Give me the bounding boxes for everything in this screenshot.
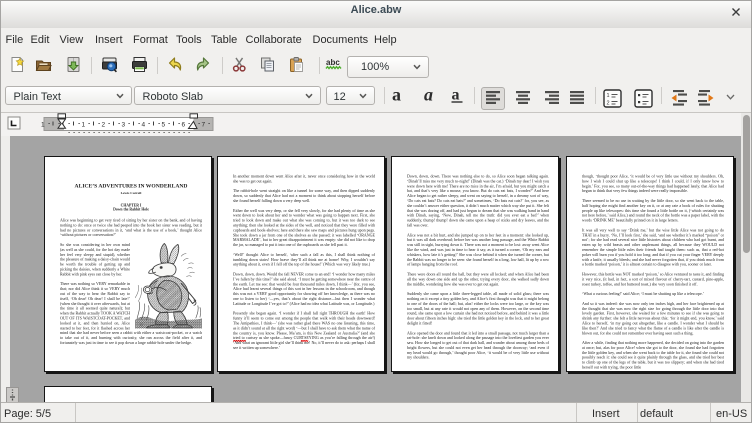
svg-text:abc: abc — [326, 58, 340, 67]
svg-text:JT: JT — [139, 322, 144, 327]
svg-text:4: 4 — [142, 122, 146, 129]
svg-text:3: 3 — [122, 122, 126, 129]
svg-text:2: 2 — [607, 101, 610, 107]
svg-text:7: 7 — [202, 122, 206, 129]
svg-text:1: 1 — [82, 122, 86, 129]
svg-text:6: 6 — [182, 122, 186, 129]
svg-text:2: 2 — [102, 122, 106, 129]
svg-text:1: 1 — [41, 122, 45, 129]
svg-text:5: 5 — [162, 122, 166, 129]
svg-text:a: a — [424, 86, 433, 104]
svg-text:a: a — [392, 86, 401, 104]
svg-text:a: a — [452, 87, 460, 104]
svg-text:1: 1 — [607, 93, 610, 99]
